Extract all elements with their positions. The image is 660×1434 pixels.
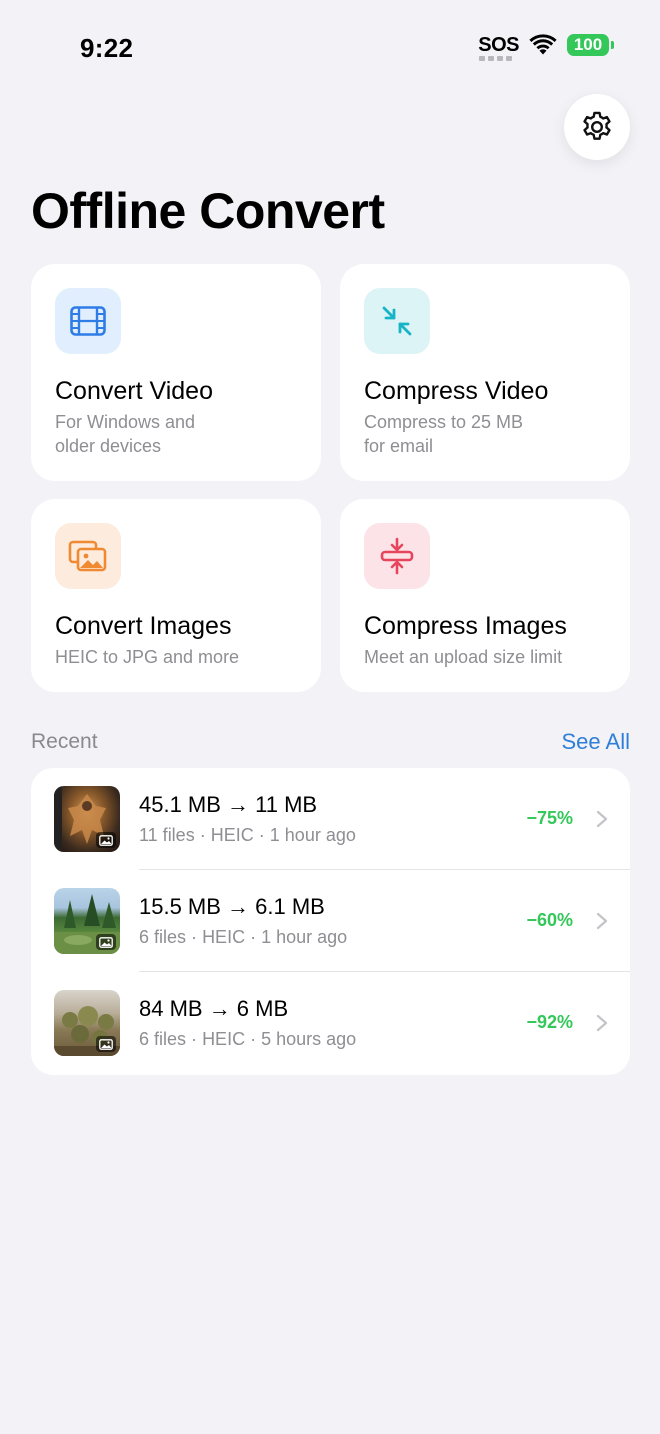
card-title: Compress Video [364, 377, 549, 405]
file-count: 6 files [139, 927, 187, 947]
film-icon [70, 306, 106, 336]
file-count: 6 files [139, 1029, 187, 1049]
gear-icon [583, 111, 611, 140]
card-title: Compress Images [364, 612, 567, 640]
recent-item[interactable]: 84 MB → 6 MB 6 files · HEIC · 5 hours ag… [31, 972, 630, 1074]
reduction-percent: −75% [526, 808, 573, 828]
page-title: Offline Convert [31, 183, 385, 239]
sos-indicator: SOS [478, 34, 519, 61]
sos-label: SOS [478, 34, 519, 56]
separator: · [258, 825, 265, 845]
size-change: 84 MB → 6 MB [139, 996, 289, 1021]
convert-images-card[interactable]: Convert Images HEIC to JPG and more [31, 499, 321, 692]
compress-arrows-icon [382, 306, 412, 336]
separator: · [250, 927, 257, 947]
convert-video-card[interactable]: Convert Video For Windows and older devi… [31, 264, 321, 481]
card-description-line1: Compress to 25 MB [364, 412, 524, 432]
size-change: 15.5 MB → 6.1 MB [139, 894, 325, 919]
card-title: Convert Images [55, 612, 232, 640]
card-description: Meet an upload size limit [364, 647, 563, 667]
app-screen: 9:22 SOS 100 Offline Convert Convert Vid… [0, 0, 660, 1434]
chevron-right-icon [596, 912, 608, 930]
thumbnail [54, 888, 120, 954]
status-time: 9:22 [80, 33, 134, 63]
see-all-link[interactable]: See All [562, 729, 631, 755]
card-description-line1: For Windows and [55, 412, 196, 432]
photos-icon [68, 540, 107, 572]
item-meta: 6 files · HEIC · 5 hours ago [139, 1029, 356, 1050]
card-description: HEIC to JPG and more [55, 647, 240, 667]
separator: · [191, 1029, 198, 1049]
compress-video-icon-tile [364, 288, 430, 354]
photo-badge-icon [96, 832, 116, 848]
card-title: Convert Video [55, 377, 213, 405]
recent-section-title: Recent [31, 730, 98, 753]
separator: · [191, 927, 198, 947]
convert-video-icon-tile [55, 288, 121, 354]
settings-button[interactable] [564, 94, 630, 160]
reduction-percent: −92% [526, 1012, 573, 1032]
thumbnail [54, 990, 120, 1056]
photo-badge-icon [96, 1036, 116, 1052]
compress-vertical-icon [380, 537, 414, 575]
reduction-percent: −60% [526, 910, 573, 930]
card-description-line2: older devices [55, 436, 162, 456]
recent-item[interactable]: 45.1 MB → 11 MB 11 files · HEIC · 1 hour… [31, 768, 630, 870]
timestamp: 1 hour ago [261, 927, 348, 947]
recent-list: 45.1 MB → 11 MB 11 files · HEIC · 1 hour… [31, 768, 630, 1075]
battery-tip [611, 41, 614, 49]
item-meta: 11 files · HEIC · 1 hour ago [139, 825, 356, 846]
photo-badge-icon [96, 934, 116, 950]
item-meta: 6 files · HEIC · 1 hour ago [139, 927, 347, 948]
battery-indicator: 100 [567, 34, 614, 56]
wifi-icon [529, 34, 557, 55]
battery-level: 100 [567, 34, 609, 56]
status-indicators: SOS 100 [478, 34, 614, 61]
separator: · [199, 825, 206, 845]
separator: · [250, 1029, 257, 1049]
recent-item[interactable]: 15.5 MB → 6.1 MB 6 files · HEIC · 1 hour… [31, 870, 630, 972]
compress-images-card[interactable]: Compress Images Meet an upload size limi… [340, 499, 630, 692]
card-description-line2: for email [364, 436, 434, 456]
file-count: 11 files [139, 825, 195, 845]
size-change: 45.1 MB → 11 MB [139, 792, 318, 817]
file-format: HEIC [202, 1029, 246, 1049]
thumbnail [54, 786, 120, 852]
timestamp: 1 hour ago [269, 825, 356, 845]
compress-images-icon-tile [364, 523, 430, 589]
compress-video-card[interactable]: Compress Video Compress to 25 MB for ema… [340, 264, 630, 481]
chevron-right-icon [596, 1014, 608, 1032]
timestamp: 5 hours ago [261, 1029, 357, 1049]
convert-images-icon-tile [55, 523, 121, 589]
signal-dots-icon [479, 56, 513, 61]
file-format: HEIC [202, 927, 246, 947]
file-format: HEIC [210, 825, 254, 845]
chevron-right-icon [596, 810, 608, 828]
